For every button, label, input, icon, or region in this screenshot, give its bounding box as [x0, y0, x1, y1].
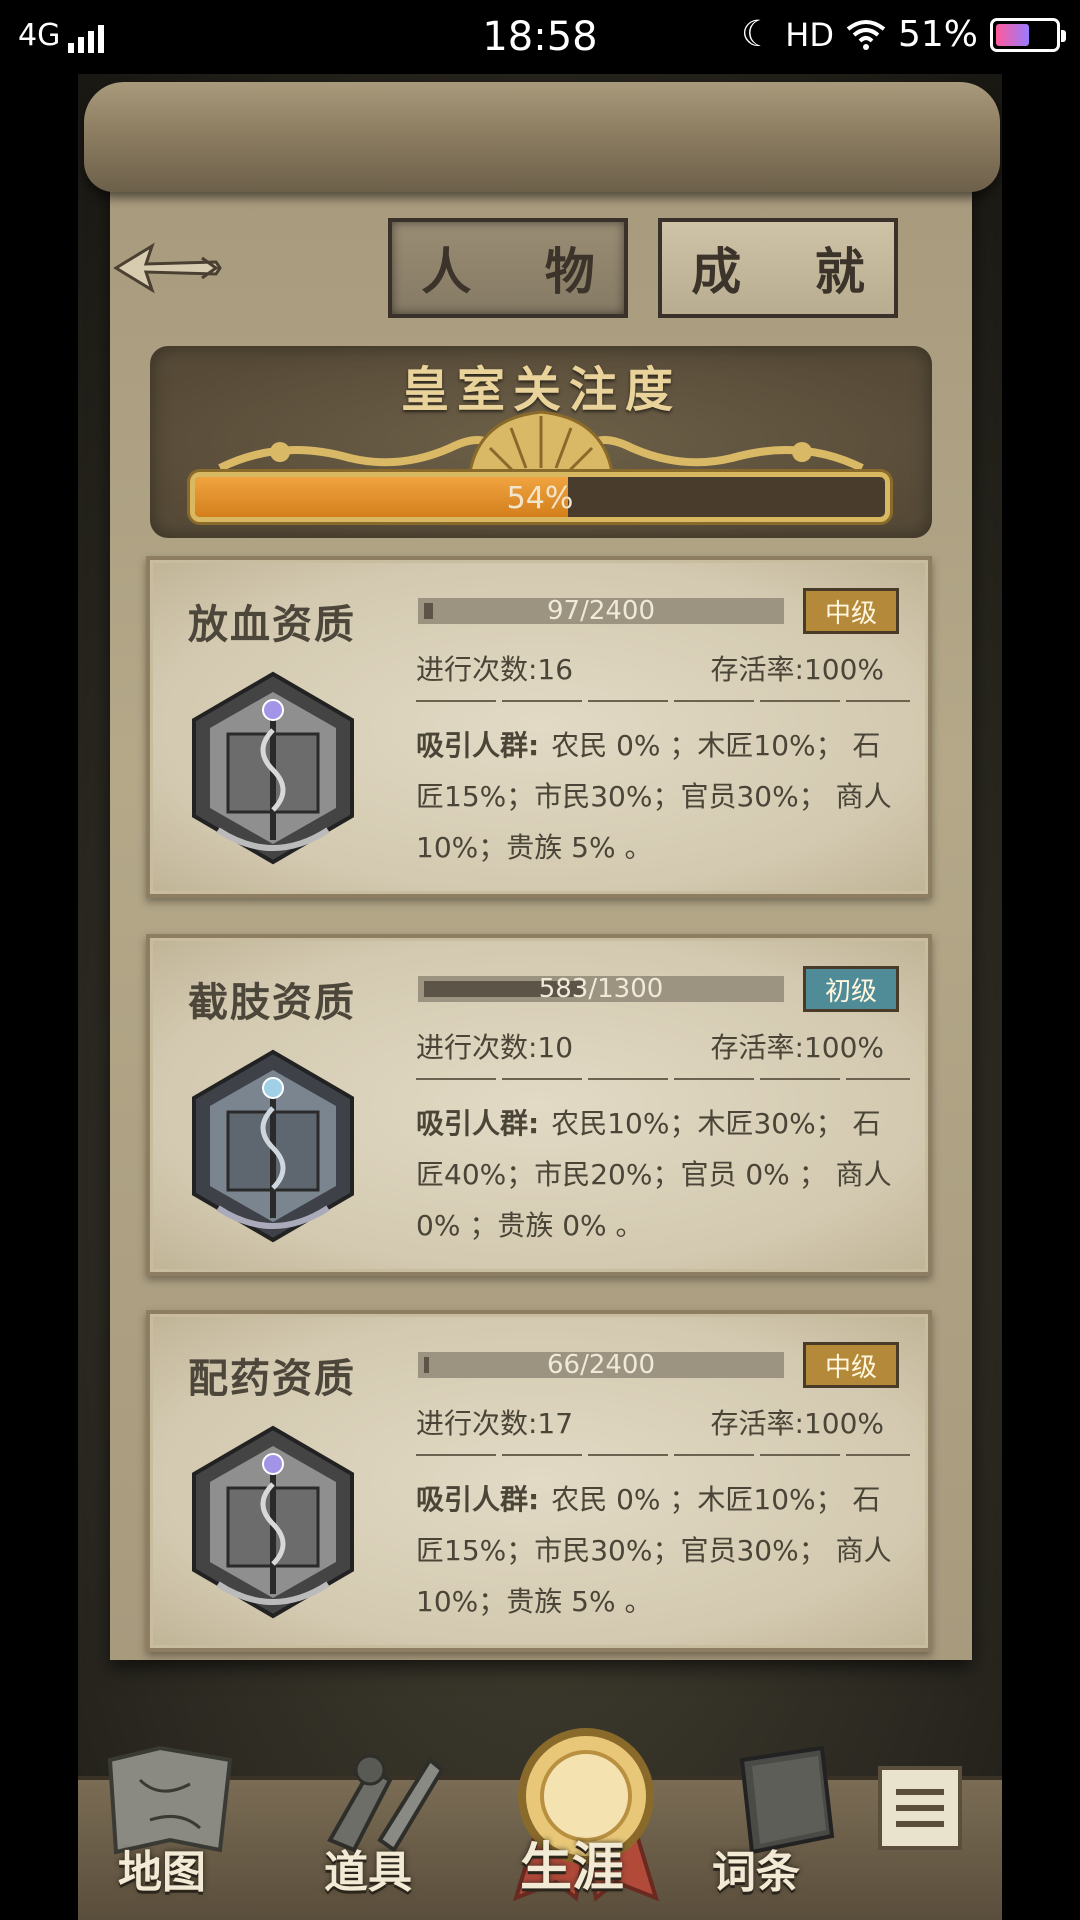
- skill-level-badge: 中级: [803, 588, 899, 634]
- royal-attention-bar: 54%: [190, 472, 890, 522]
- skill-attract-info: 吸引人群: 农民 0% ；木匠10%； 石匠15%；市民30%；官员30%； 商人…: [416, 1474, 906, 1627]
- nav-glossary[interactable]: 词条: [712, 1836, 800, 1900]
- nav-items[interactable]: 道具: [324, 1836, 412, 1900]
- medical-emblem-icon: [192, 671, 354, 865]
- skill-level-badge: 中级: [803, 1342, 899, 1388]
- medical-emblem-icon: [192, 1425, 354, 1619]
- skill-exp-label: 97/2400: [546, 596, 655, 626]
- skill-survival-rate: 存活率:100%: [710, 1407, 884, 1440]
- skill-exp-bar: 97/2400: [418, 596, 784, 626]
- menu-button[interactable]: [878, 1766, 962, 1850]
- skill-survival-rate: 存活率:100%: [710, 653, 884, 686]
- back-arrow-icon[interactable]: [112, 238, 222, 298]
- skill-card-amputation: 截肢资质 583/1300 初级 进行次数:10 存活率:100% 吸引人群: 农…: [146, 934, 932, 1276]
- tab-achievement[interactable]: 成 就: [658, 218, 898, 318]
- menu-icon: [896, 1789, 944, 1795]
- medical-emblem-icon: [192, 1049, 354, 1243]
- skill-card-bloodletting: 放血资质 97/2400 中级 进行次数:16 存活率:100% 吸引人群: 农民…: [146, 556, 932, 898]
- skill-attract-info: 吸引人群: 农民 0% ；木匠10%； 石匠15%；市民30%；官员30%； 商人…: [416, 720, 906, 873]
- attract-label: 吸引人群:: [416, 729, 540, 762]
- skill-card-pharmacy: 配药资质 66/2400 中级 进行次数:17 存活率:100% 吸引人群: 农民…: [146, 1310, 932, 1652]
- skill-exp-bar: 583/1300: [418, 974, 784, 1004]
- skill-attract-info: 吸引人群: 农民10%；木匠30%； 石匠40%；市民20%；官员 0% ； 商人…: [416, 1098, 906, 1251]
- divider: [416, 700, 910, 702]
- attract-label: 吸引人群:: [416, 1483, 540, 1516]
- moon-icon: ☾: [741, 14, 774, 55]
- royal-attention-percent: 54%: [506, 481, 574, 516]
- skill-survival-rate: 存活率:100%: [710, 1031, 884, 1064]
- scroll-roll: [84, 82, 1000, 192]
- skill-exp-label: 66/2400: [546, 1350, 655, 1380]
- battery-percent: 51%: [897, 14, 978, 55]
- wifi-icon: [846, 19, 886, 50]
- skill-count: 进行次数:16: [416, 653, 574, 686]
- skill-count: 进行次数:10: [416, 1031, 574, 1064]
- skill-exp-bar: 66/2400: [418, 1350, 784, 1380]
- gold-ornament-icon: [218, 410, 864, 474]
- royal-attention-panel: 皇室关注度 54%: [150, 346, 932, 538]
- nav-map[interactable]: 地图: [118, 1836, 206, 1900]
- skill-count: 进行次数:17: [416, 1407, 574, 1440]
- status-icons: ☾ HD 51%: [741, 14, 1066, 55]
- skill-name: 截肢资质: [188, 980, 356, 1026]
- tab-character[interactable]: 人 物: [388, 218, 628, 318]
- skill-name: 配药资质: [188, 1356, 356, 1402]
- divider: [416, 1078, 910, 1080]
- skill-name: 放血资质: [188, 602, 356, 648]
- nav-career[interactable]: 生涯: [520, 1825, 624, 1900]
- attract-label: 吸引人群:: [416, 1107, 540, 1140]
- status-bar: 4G 18:58 ☾ HD 51%: [0, 0, 1080, 74]
- skill-exp-label: 583/1300: [538, 974, 664, 1004]
- battery-icon: [990, 17, 1066, 52]
- divider: [416, 1454, 910, 1456]
- skill-level-badge: 初级: [803, 966, 899, 1012]
- hd-label: HD: [785, 15, 834, 54]
